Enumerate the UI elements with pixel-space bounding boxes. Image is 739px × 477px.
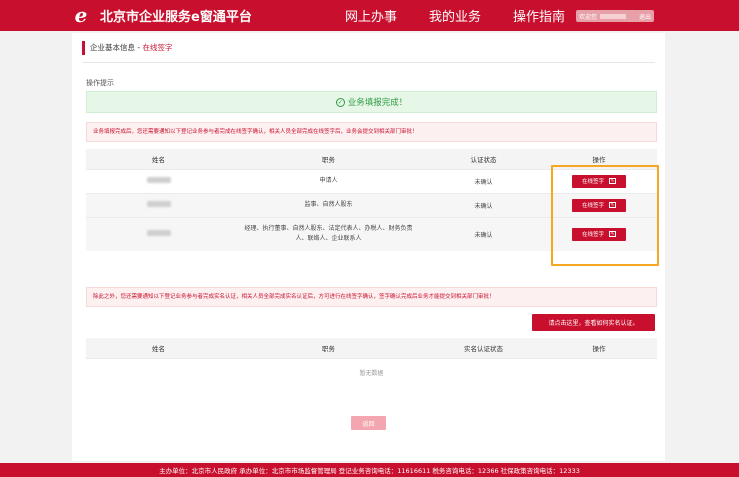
check-circle-icon: ✓ xyxy=(335,97,345,107)
realname-help-button[interactable]: 请点击这里，查看如何实名认证。 xyxy=(532,314,655,331)
sign-button-label: 在线签字 xyxy=(581,203,604,209)
footer: 主办单位：北京市人民政府 承办单位：北京市市场监督管理局 登记业务咨询电话：11… xyxy=(0,463,739,477)
status-cell: 未确认 xyxy=(426,168,541,193)
edit-icon: ✎ xyxy=(609,202,616,208)
tip-title: 操作提示 xyxy=(86,79,114,87)
name-cell xyxy=(86,168,231,193)
column-header: 操作 xyxy=(541,338,657,358)
sign-notice: 业务填报完成后，您还需要通知以下登记业务参与者完成在线签字确认，相关人员全部完成… xyxy=(86,122,657,142)
name-redacted xyxy=(146,201,171,207)
sign-button-label: 在线签字 xyxy=(581,179,604,185)
role-cell: 监事、自然人股东 xyxy=(231,192,426,217)
name-cell xyxy=(86,192,231,217)
logout-link[interactable]: 退出 xyxy=(639,12,651,21)
column-header: 实名认证状态 xyxy=(426,338,541,358)
sign-online-button[interactable]: 在线签字 ✎ xyxy=(572,174,626,188)
top-bar: e 北京市企业服务e窗通平台 网上办事 我的业务 操作指南 欢迎您 退出 xyxy=(0,0,739,31)
logo-icon: e xyxy=(74,2,88,27)
name-redacted xyxy=(146,230,171,237)
role-cell: 申请人 xyxy=(231,168,426,193)
role-text: 申请人 xyxy=(319,177,338,184)
table-row: 申请人 未确认 在线签字 ✎ xyxy=(86,168,657,193)
top-nav: 网上办事 我的业务 操作指南 xyxy=(345,0,597,31)
sign-online-button[interactable]: 在线签字 ✎ xyxy=(572,227,626,241)
site-title[interactable]: 北京市企业服务e窗通平台 xyxy=(100,6,252,25)
status-cell: 未确认 xyxy=(426,192,541,217)
column-header: 认证状态 xyxy=(426,149,541,169)
role-text: 监事、自然人股东 xyxy=(304,201,353,208)
breadcrumb: 企业基本信息 - 在线签字 xyxy=(82,41,172,55)
realname-notice: 除此之外，您还需要通知以下登记业务参与者完成实名认证，相关人员全部完成实名认证后… xyxy=(86,287,657,307)
column-header: 职务 xyxy=(231,338,426,358)
divider xyxy=(82,62,655,63)
empty-message: 暂无数据 xyxy=(86,357,657,386)
nav-guide[interactable]: 操作指南 xyxy=(513,6,565,25)
back-button[interactable]: 返回 xyxy=(351,416,386,430)
table-row: 经理、执行董事、自然人股东、法定代表人、办税人、财务负责人、联络人、企业联系人 … xyxy=(86,216,657,251)
status-cell: 未确认 xyxy=(426,216,541,251)
column-header: 操作 xyxy=(541,149,657,169)
column-header: 职务 xyxy=(231,149,426,169)
user-greeting: 欢迎您 xyxy=(579,13,598,21)
name-cell xyxy=(86,216,231,251)
realname-table: 姓名 职务 实名认证状态 操作 暂无数据 xyxy=(86,338,657,386)
empty-row: 暂无数据 xyxy=(86,357,657,386)
role-text: 经理、执行董事、自然人股东、法定代表人、办税人、财务负责人、联络人、企业联系人 xyxy=(244,225,413,243)
nav-my-business[interactable]: 我的业务 xyxy=(429,6,481,25)
success-message: 业务填报完成！ xyxy=(347,98,408,108)
action-cell: 在线签字 ✎ xyxy=(541,168,657,193)
user-name-redacted xyxy=(600,13,627,19)
success-banner: ✓ 业务填报完成！ xyxy=(86,91,657,113)
table-row: 监事、自然人股东 未确认 在线签字 ✎ xyxy=(86,192,657,217)
table-header-row: 姓名 职务 实名认证状态 操作 xyxy=(86,338,657,358)
main-panel: 企业基本信息 - 在线签字 操作提示 ✓ 业务填报完成！ 业务填报完成后，您还需… xyxy=(72,33,665,461)
sign-table: 姓名 职务 认证状态 操作 申请人 未确认 在线签字 ✎ 监事、自然人股东 未确认 xyxy=(86,149,657,251)
table-header-row: 姓名 职务 认证状态 操作 xyxy=(86,149,657,169)
sign-online-button[interactable]: 在线签字 ✎ xyxy=(572,198,626,212)
column-header: 姓名 xyxy=(86,338,231,358)
role-cell: 经理、执行董事、自然人股东、法定代表人、办税人、财务负责人、联络人、企业联系人 xyxy=(231,216,426,251)
breadcrumb-parent[interactable]: 企业基本信息 xyxy=(90,43,135,52)
action-cell: 在线签字 ✎ xyxy=(541,216,657,251)
action-cell: 在线签字 ✎ xyxy=(541,192,657,217)
edit-icon: ✎ xyxy=(609,178,616,184)
breadcrumb-current: 在线签字 xyxy=(142,43,173,52)
column-header: 姓名 xyxy=(86,149,231,169)
sign-button-label: 在线签字 xyxy=(581,232,604,239)
user-box: 欢迎您 退出 xyxy=(576,10,654,22)
edit-icon: ✎ xyxy=(609,231,616,238)
nav-online-services[interactable]: 网上办事 xyxy=(345,6,397,25)
name-redacted xyxy=(146,177,171,183)
